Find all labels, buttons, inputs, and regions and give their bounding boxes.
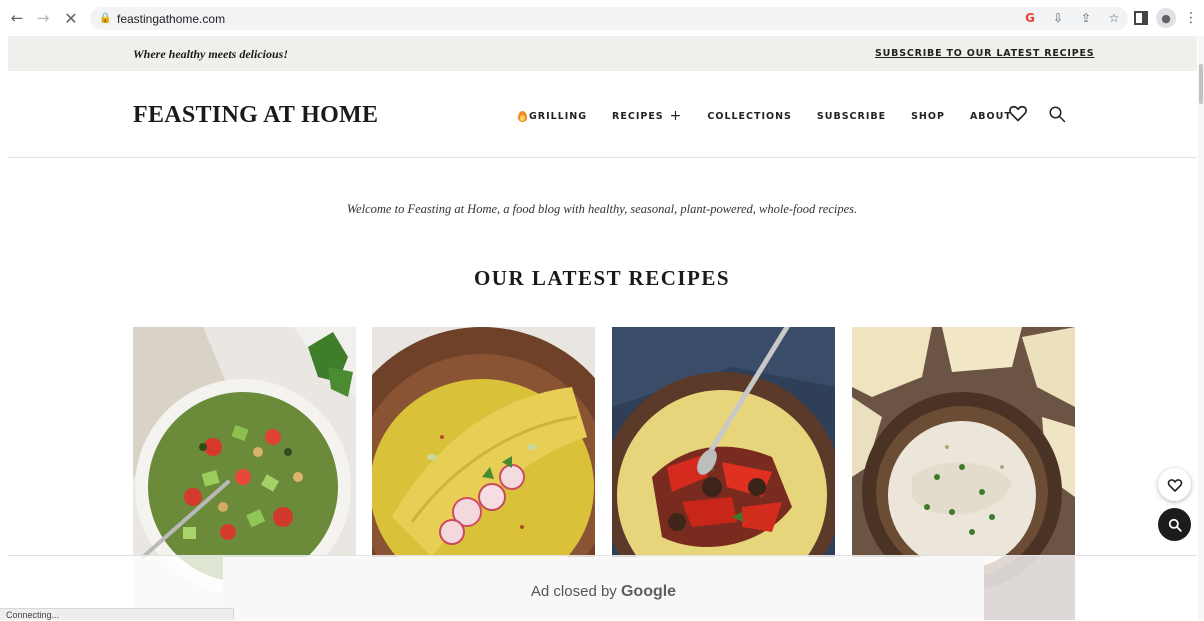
nav-item-subscribe[interactable]: SUBSCRIBE: [817, 111, 886, 122]
page-scrollbar[interactable]: [1198, 36, 1204, 620]
flame-icon: [518, 110, 527, 122]
nav-item-label: COLLECTIONS: [707, 110, 792, 122]
browser-status-bar: Connecting...: [0, 608, 234, 620]
nav-item-recipes[interactable]: RECIPES +: [612, 108, 682, 124]
google-icon[interactable]: G: [1022, 10, 1038, 26]
section-title: OUR LATEST RECIPES: [473, 266, 731, 290]
search-icon: [1168, 518, 1182, 532]
side-panel-icon[interactable]: [1134, 11, 1148, 25]
nav-item-grilling[interactable]: GRILLING: [518, 110, 588, 122]
share-icon[interactable]: ⇪: [1078, 10, 1094, 26]
page-viewport: Where healthy meets delicious! SUBSCRIBE…: [0, 36, 1204, 620]
url-text[interactable]: feastingathome.com: [117, 12, 225, 26]
top-bar: Where healthy meets delicious! SUBSCRIBE…: [8, 36, 1197, 71]
browser-toolbar: ← → ✕ 🔒 feastingathome.com G ⇩ ⇪ ☆ ● ⋮: [0, 0, 1204, 36]
welcome-text: Welcome to Feasting at Home, a food blog…: [346, 202, 858, 216]
lock-icon[interactable]: 🔒: [99, 13, 113, 24]
scrollbar-thumb[interactable]: [1199, 64, 1203, 104]
address-bar[interactable]: 🔒 feastingathome.com G ⇩ ⇪ ☆: [90, 7, 1128, 30]
menu-icon[interactable]: ⋮: [1184, 10, 1198, 26]
install-icon[interactable]: ⇩: [1050, 10, 1066, 26]
site-header: FEASTING AT HOME GRILLING RECIPES + COLL…: [8, 71, 1197, 158]
nav-item-label: RECIPES: [612, 110, 664, 122]
nav-item-about[interactable]: ABOUT: [970, 111, 1012, 122]
ad-closed-text: Ad closed by Google: [223, 583, 984, 601]
heart-icon: [1167, 478, 1182, 492]
nav-item-label: ABOUT: [969, 110, 1012, 122]
floating-search-button[interactable]: [1158, 508, 1191, 541]
nav-item-label: SHOP: [911, 110, 945, 122]
ad-closed-box: Ad closed by Google: [223, 557, 984, 620]
floating-heart-button[interactable]: [1158, 468, 1191, 501]
ad-closed-brand: Google: [620, 583, 677, 600]
nav-item-label: GRILLING: [529, 110, 588, 122]
ad-closed-prefix: Ad closed by: [530, 583, 617, 600]
nav-item-shop[interactable]: SHOP: [911, 111, 945, 122]
plus-icon[interactable]: +: [670, 108, 683, 124]
search-icon[interactable]: [1048, 105, 1066, 123]
stop-icon[interactable]: ✕: [60, 7, 82, 29]
nav-item-collections[interactable]: COLLECTIONS: [707, 111, 792, 122]
tagline: Where healthy meets delicious!: [133, 47, 288, 61]
main-nav: GRILLING RECIPES + COLLECTIONS SUBSCRIBE…: [518, 108, 1037, 124]
subscribe-link[interactable]: SUBSCRIBE TO OUR LATEST RECIPES: [875, 48, 1094, 59]
star-icon[interactable]: ☆: [1106, 10, 1122, 26]
nav-item-label: SUBSCRIBE: [816, 110, 887, 122]
site-logo[interactable]: FEASTING AT HOME: [133, 102, 378, 129]
heart-icon[interactable]: [1008, 103, 1028, 123]
back-arrow-icon[interactable]: ←: [6, 7, 28, 29]
forward-arrow-icon[interactable]: →: [32, 7, 54, 29]
profile-icon[interactable]: ●: [1156, 8, 1176, 28]
